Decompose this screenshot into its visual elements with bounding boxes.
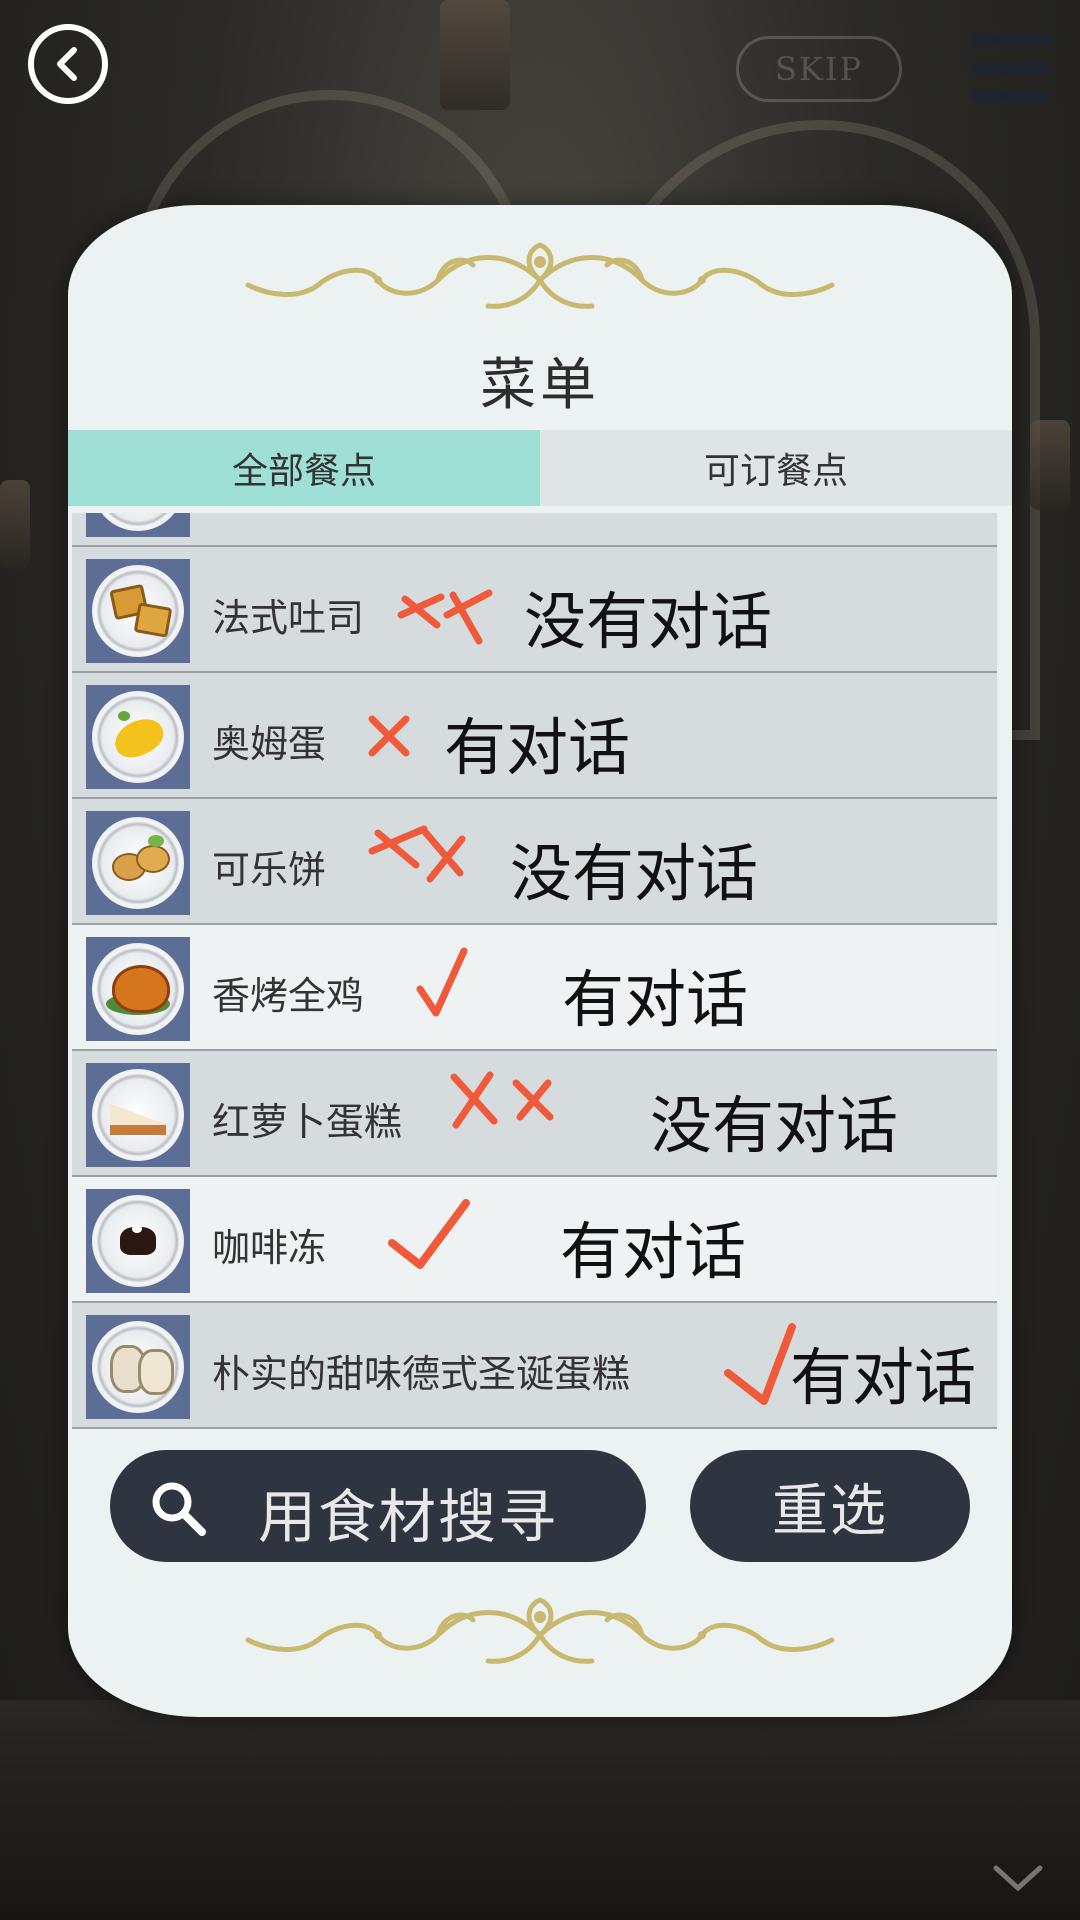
- background-floor: [0, 1700, 1080, 1920]
- menu-panel: 菜单 全部餐点 可订餐点 法式吐司 没有对话 奥姆蛋 有对话 可乐饼 没有对话 …: [68, 205, 1012, 1717]
- carrot-cake-icon: [92, 1069, 184, 1161]
- list-item[interactable]: 奥姆蛋 有对话: [72, 673, 997, 799]
- tab-orderable-dishes[interactable]: 可订餐点: [540, 430, 1012, 506]
- chevron-left-icon: [57, 47, 77, 81]
- cross-mark-icon: [397, 589, 493, 645]
- background-lamp: [440, 0, 510, 110]
- background-lamp: [1030, 420, 1070, 510]
- dish-name: 朴实的甜味德式圣诞蛋糕: [212, 1352, 631, 1396]
- coffee-jelly-icon: [92, 1195, 184, 1287]
- menu-tabs: 全部餐点 可订餐点: [68, 430, 1012, 506]
- dialogue-note: 有对话: [790, 1341, 977, 1414]
- omelette-icon: [92, 691, 184, 783]
- cross-mark-icon: [368, 715, 410, 757]
- dish-name: 香烤全鸡: [212, 974, 365, 1018]
- dish-name: 奥姆蛋: [212, 722, 327, 766]
- stollen-icon: [92, 1321, 184, 1413]
- dialogue-note: 没有对话: [524, 585, 773, 658]
- background-lamp: [0, 480, 30, 570]
- ornament-top-icon: [245, 242, 835, 309]
- cross-mark-icon: [450, 1071, 554, 1129]
- check-mark-icon: [388, 1199, 470, 1269]
- search-icon: [152, 1482, 206, 1536]
- french-toast-icon: [92, 565, 184, 657]
- roast-chicken-icon: [92, 943, 184, 1035]
- list-item[interactable]: 香烤全鸡 有对话: [72, 925, 997, 1051]
- list-item[interactable]: 咖啡冻 有对话: [72, 1177, 997, 1303]
- dish-thumbnail: [86, 513, 190, 537]
- dialogue-note: 有对话: [560, 1215, 747, 1288]
- dialogue-note: 没有对话: [650, 1089, 899, 1162]
- croquette-icon: [92, 817, 184, 909]
- search-button-label: 用食材搜寻: [258, 1483, 559, 1551]
- dish-name: 法式吐司: [212, 596, 365, 640]
- back-button[interactable]: [28, 24, 108, 104]
- dish-name: 可乐饼: [212, 848, 327, 892]
- ornament-bottom-icon: [245, 1597, 835, 1664]
- chevron-down-icon[interactable]: [990, 1860, 1046, 1896]
- hamburger-menu-icon[interactable]: [972, 34, 1052, 104]
- dialogue-note: 有对话: [444, 711, 631, 784]
- menu-title: 菜单: [480, 353, 600, 418]
- reset-button[interactable]: 重选: [690, 1450, 970, 1562]
- ingredient-search-button[interactable]: 用食材搜寻: [110, 1450, 646, 1562]
- dialogue-note: 没有对话: [510, 837, 759, 910]
- list-item[interactable]: 朴实的甜味德式圣诞蛋糕 有对话: [72, 1303, 997, 1429]
- cross-mark-icon: [368, 825, 466, 883]
- dish-name: 咖啡冻: [212, 1226, 327, 1270]
- check-mark-icon: [416, 947, 468, 1017]
- list-item[interactable]: 法式吐司 没有对话: [72, 547, 997, 673]
- list-item[interactable]: 可乐饼 没有对话: [72, 799, 997, 925]
- dish-name: 红萝卜蛋糕: [212, 1100, 403, 1144]
- skip-button[interactable]: SKIP: [736, 36, 902, 102]
- list-item[interactable]: 红萝卜蛋糕 没有对话: [72, 1051, 997, 1177]
- list-item[interactable]: [72, 513, 997, 547]
- dish-list[interactable]: 法式吐司 没有对话 奥姆蛋 有对话 可乐饼 没有对话 香烤全鸡 有对话 红萝卜蛋…: [72, 513, 1004, 1435]
- tab-all-dishes[interactable]: 全部餐点: [68, 430, 540, 506]
- dialogue-note: 有对话: [562, 963, 749, 1036]
